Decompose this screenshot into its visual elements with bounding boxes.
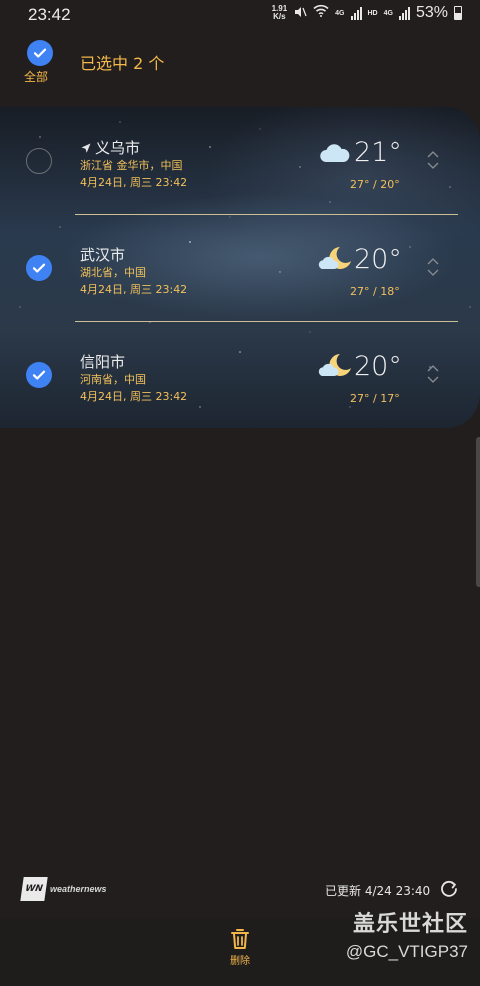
mute-icon: [293, 5, 307, 22]
temp-range: 27° / 18°: [350, 285, 400, 298]
signal-icon-2: [398, 6, 410, 20]
watermark-title: 盖乐世社区: [352, 912, 468, 937]
current-temp: 20°: [354, 244, 402, 275]
provider-name: weathernews: [50, 884, 107, 894]
moon-cloud-icon: [318, 247, 351, 269]
cloudy-icon: [320, 144, 350, 162]
delete-label: 删除: [230, 956, 250, 967]
delete-button[interactable]: 删除: [226, 928, 254, 967]
row-checkbox[interactable]: [26, 148, 52, 174]
datetime-text: 4月24日, 周三 23:42: [80, 283, 188, 296]
check-icon: [32, 263, 46, 273]
current-temp: 21°: [354, 137, 402, 168]
check-icon: [32, 370, 46, 380]
network-type-label: 4G: [335, 9, 345, 17]
location-row-wuhan[interactable]: 武汉市 湖北省，中国 4月24日, 周三 23:42 20° 27° / 18°: [0, 214, 480, 321]
battery-percent: 53%: [415, 4, 448, 21]
city-name: 武汉市: [80, 246, 126, 264]
status-time: 23:42: [28, 5, 71, 24]
check-icon: [33, 48, 47, 58]
region-text: 浙江省 金华市，中国: [80, 159, 183, 172]
edge-panel-handle[interactable]: [476, 437, 480, 587]
current-temp: 20°: [354, 351, 402, 382]
reorder-handle-icon[interactable]: [426, 363, 440, 385]
region-text: 湖北省，中国: [80, 266, 146, 279]
watermark-user: @GC_VTIGP37: [345, 942, 468, 961]
region-text: 河南省，中国: [80, 373, 146, 386]
row-checkbox[interactable]: [26, 362, 52, 388]
select-all-checkbox[interactable]: [27, 40, 53, 66]
network-speed: 1.91 K/s: [271, 4, 288, 21]
datetime-text: 4月24日, 周三 23:42: [80, 390, 188, 403]
status-bar: 23:42 1.91 K/s 4G HD 4G 53%: [0, 0, 480, 30]
last-updated-text: 已更新 4/24 23:40: [325, 884, 431, 898]
status-icons: 1.91 K/s 4G HD 4G 53%: [272, 4, 462, 22]
row-checkbox[interactable]: [26, 255, 52, 281]
moon-cloud-icon: [318, 354, 351, 376]
selected-count: 已选中 2 个: [80, 54, 165, 73]
temp-range: 27° / 20°: [350, 178, 400, 191]
bottom-action-bar: 删除 盖乐世社区 @GC_VTIGP37: [0, 912, 480, 986]
weathernews-logo[interactable]: WN weathernews: [20, 877, 107, 901]
refresh-icon[interactable]: [439, 879, 459, 899]
location-row-yiwu[interactable]: 义乌市 浙江省 金华市，中国 4月24日, 周三 23:42 21° 27° /…: [0, 107, 480, 214]
trash-icon: [231, 929, 249, 949]
signal-icon: [350, 6, 362, 20]
select-all-label[interactable]: 全部: [24, 68, 48, 85]
city-name: 义乌市: [80, 137, 140, 158]
wifi-icon: [313, 4, 329, 22]
hd-label: HD: [367, 9, 378, 17]
reorder-handle-icon[interactable]: [426, 256, 440, 278]
location-list: 义乌市 浙江省 金华市，中国 4月24日, 周三 23:42 21° 27° /…: [0, 107, 480, 428]
location-pin-icon: [81, 143, 91, 153]
city-name: 信阳市: [80, 353, 126, 371]
wn-badge: WN: [20, 877, 48, 901]
reorder-handle-icon[interactable]: [426, 149, 440, 171]
network-type-label-2: 4G: [383, 9, 393, 17]
datetime-text: 4月24日, 周三 23:42: [80, 176, 188, 189]
temp-range: 27° / 17°: [350, 392, 400, 405]
location-row-xinyang[interactable]: 信阳市 河南省，中国 4月24日, 周三 23:42 20° 27° / 17°: [0, 321, 480, 428]
battery-icon: [454, 6, 462, 20]
